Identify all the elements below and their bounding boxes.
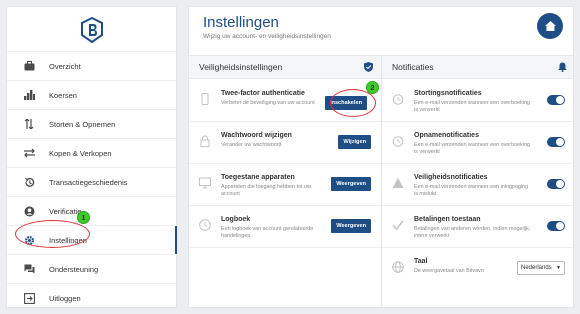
row-title: Betalingen toestaan <box>414 216 481 223</box>
sidebar-item-label: Storten & Opnemen <box>49 119 116 129</box>
alarm-clock-icon <box>392 136 404 147</box>
security-row-password: Wachtwoord wijzigen Verander uw wachtwoo… <box>189 123 381 164</box>
security-section-title: Veiligheidsinstellingen <box>199 62 283 72</box>
row-title: Veiligheidsnotificaties <box>414 174 488 181</box>
row-description: Betalingen van anderen worden, indien mo… <box>414 226 531 240</box>
sidebar-item-kopen-verkopen[interactable]: Kopen & Verkopen <box>7 138 176 167</box>
page-subtitle: Wijzig uw account- en veiligheidsinstell… <box>203 33 331 40</box>
clock-icon <box>199 219 211 231</box>
row-description: Verbeter de beveiliging van uw account <box>221 100 315 106</box>
row-description: Een e-mail verzenden wanneer een inlogpo… <box>414 184 529 198</box>
notification-row-withdrawal: Opnamenotificaties Een e-mail verzenden … <box>382 123 573 164</box>
language-row: Taal De weergavetaal van Bitvavo Nederla… <box>382 249 573 290</box>
change-password-button[interactable]: Wijzigen <box>338 135 371 149</box>
sidebar: Overzicht Koersen Storten & Opnemen Kope… <box>6 6 177 308</box>
sidebar-nav: Overzicht Koersen Storten & Opnemen Kope… <box>7 51 177 312</box>
caret-down-icon: ▼ <box>556 265 561 271</box>
step-badge-1: 1 <box>77 211 90 224</box>
sidebar-item-label: Overzicht <box>49 61 81 71</box>
sidebar-item-overzicht[interactable]: Overzicht <box>7 51 176 80</box>
row-title: Toegestane apparaten <box>221 174 295 181</box>
row-description: Een logboek van account gerelateerde han… <box>221 226 314 240</box>
sidebar-item-storten-opnemen[interactable]: Storten & Opnemen <box>7 109 176 138</box>
view-log-button[interactable]: Weergeven <box>331 219 371 233</box>
row-description: Verander uw wachtwoord <box>221 142 282 148</box>
bitvavo-logo-icon[interactable] <box>78 16 106 44</box>
highlight-instellingen <box>15 220 90 248</box>
notifications-section-header: Notificaties <box>382 55 573 79</box>
row-title: Logboek <box>221 216 251 223</box>
bell-icon <box>558 62 567 72</box>
briefcase-icon <box>22 59 36 73</box>
row-title: Opnamenotificaties <box>414 132 479 139</box>
history-icon <box>22 175 36 189</box>
sidebar-item-label: Kopen & Verkopen <box>49 148 112 158</box>
notification-row-security: Veiligheidsnotificaties Een e-mail verze… <box>382 165 573 206</box>
sidebar-item-label: Ondersteuning <box>49 264 99 274</box>
security-row-devices: Toegestane apparaten Apparaten die toega… <box>189 165 381 206</box>
home-icon <box>544 21 556 31</box>
shield-check-icon <box>364 62 373 72</box>
sidebar-item-koersen[interactable]: Koersen <box>7 80 176 109</box>
security-notification-toggle[interactable] <box>547 179 565 189</box>
view-devices-button[interactable]: Weergeven <box>331 177 371 191</box>
phone-icon <box>201 93 209 105</box>
row-description: De weergavetaal van Bitvavo <box>414 268 484 274</box>
sidebar-item-verificatie[interactable]: Verificatie <box>7 196 176 225</box>
step-badge-2: 2 <box>366 81 379 94</box>
language-select[interactable]: Nederlands ▼ <box>517 261 565 275</box>
row-title: Taal <box>414 258 428 265</box>
lock-icon <box>200 135 210 147</box>
row-description: Een e-mail verzenden wanneer een overboe… <box>414 100 530 114</box>
settings-panel: Instellingen Wijzig uw account- en veili… <box>188 6 574 308</box>
sidebar-item-transactiegeschiedenis[interactable]: Transactiegeschiedenis <box>7 167 176 196</box>
notification-row-payments: Betalingen toestaan Betalingen van ander… <box>382 207 573 248</box>
row-description: Apparaten die toegang hebben tot uw acco… <box>221 184 311 198</box>
withdrawal-notification-toggle[interactable] <box>547 137 565 147</box>
user-icon <box>22 204 36 218</box>
logout-icon <box>22 291 36 305</box>
monitor-icon <box>199 177 211 189</box>
checkmark-icon <box>392 220 404 231</box>
notification-row-deposit: Stortingsnotificaties Een e-mail verzend… <box>382 81 573 122</box>
language-select-value: Nederlands <box>521 265 552 271</box>
chat-icon <box>22 262 36 276</box>
sidebar-item-label: Transactiegeschiedenis <box>49 177 128 187</box>
page-title: Instellingen <box>203 14 279 31</box>
security-row-log: Logboek Een logboek van account gerelate… <box>189 207 381 248</box>
home-button[interactable] <box>537 13 563 39</box>
row-title: Wachtwoord wijzigen <box>221 132 292 139</box>
security-section-header: Veiligheidsinstellingen <box>189 55 381 79</box>
row-title: Twee-factor authenticatie <box>221 90 305 97</box>
globe-icon <box>392 261 404 273</box>
deposit-notification-toggle[interactable] <box>547 95 565 105</box>
sidebar-item-ondersteuning[interactable]: Ondersteuning <box>7 254 176 283</box>
exchange-arrows-icon <box>22 146 36 160</box>
sidebar-item-label: Koersen <box>49 90 77 100</box>
warning-icon <box>392 177 404 188</box>
sidebar-item-uitloggen[interactable]: Uitloggen <box>7 283 176 312</box>
row-description: Een e-mail verzenden wanneer een overboe… <box>414 142 530 156</box>
row-title: Stortingsnotificaties <box>414 90 482 97</box>
sidebar-item-label: Uitloggen <box>49 293 81 303</box>
chart-bars-icon <box>22 88 36 102</box>
alarm-clock-icon <box>392 94 404 105</box>
payments-toggle[interactable] <box>547 221 565 231</box>
up-down-arrows-icon <box>22 117 36 131</box>
notifications-section-title: Notificaties <box>392 62 434 72</box>
